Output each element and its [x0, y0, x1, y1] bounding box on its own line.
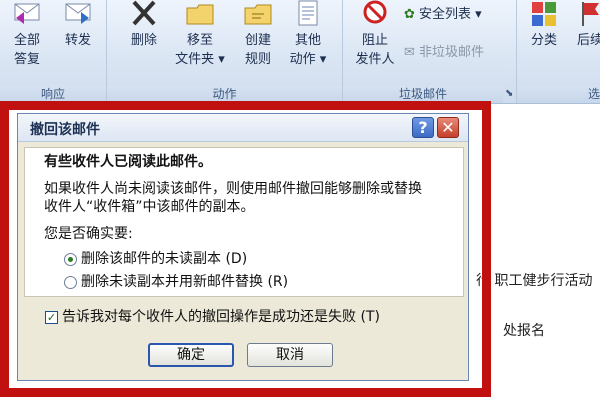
not-junk-button[interactable]: ✉ 非垃圾邮件	[404, 44, 484, 62]
block-sender-button[interactable]: 阻止 发件人	[350, 0, 400, 69]
recall-message-dialog: 撤回该邮件 ? ✕ 有些收件人已阅读此邮件。 如果收件人尚未阅读该邮件，则使用邮…	[17, 113, 469, 381]
dialog-launcher-icon[interactable]: ⬊	[505, 88, 513, 99]
not-junk-icon: ✉	[404, 45, 415, 60]
ok-button[interactable]: 确定	[148, 343, 234, 367]
other-actions-label: 其他 动作 ▾	[289, 33, 327, 67]
followup-label: 后续	[576, 33, 600, 48]
forward-button[interactable]: 转发	[58, 0, 98, 50]
email-body-line2: 处报名	[503, 323, 545, 339]
reply-all-label: 全部 答复	[13, 33, 40, 67]
followup-button[interactable]: 后续	[570, 0, 600, 50]
delete-x-icon	[129, 0, 159, 28]
other-actions-button[interactable]: 其他 动作 ▾	[284, 0, 332, 69]
categorize-icon	[529, 0, 559, 28]
block-sender-label: 阻止 发件人	[355, 33, 395, 67]
not-junk-label: 非垃圾邮件	[419, 45, 485, 60]
dialog-titlebar: 撤回该邮件 ? ✕	[18, 114, 468, 142]
radio-delete-unread[interactable]	[64, 253, 77, 266]
move-to-label: 移至 文件夹 ▾	[175, 33, 225, 67]
radio-delete-and-replace[interactable]	[64, 276, 77, 289]
reply-all-icon	[12, 0, 42, 28]
flag-icon	[575, 0, 600, 28]
create-rule-label: 创建 规则	[244, 33, 271, 67]
dialog-title: 撤回该邮件	[30, 122, 100, 138]
notify-result-label[interactable]: 告诉我对每个收件人的撤回操作是成功还是失败 (T)	[62, 308, 380, 326]
group-label-options: 选	[517, 86, 600, 103]
create-rule-button[interactable]: 创建 规则	[238, 0, 278, 69]
email-body-line1: 行 职工健步行活动	[476, 273, 593, 289]
folder-icon	[185, 0, 215, 28]
move-to-folder-button[interactable]: 移至 文件夹 ▾	[168, 0, 232, 69]
info-text-line1: 如果收件人尚未阅读该邮件，则使用邮件撤回能够删除或替换	[44, 181, 422, 197]
notify-result-checkbox[interactable]: ✓	[45, 311, 58, 324]
rule-folder-icon	[243, 0, 273, 28]
safe-lists-button[interactable]: ✿ 安全列表 ▾	[404, 6, 482, 24]
cancel-button[interactable]: 取消	[247, 343, 333, 367]
forward-icon	[63, 0, 93, 28]
block-sender-icon	[360, 0, 390, 28]
safe-lists-label: 安全列表 ▾	[419, 7, 482, 22]
document-list-icon	[293, 0, 323, 28]
info-text-line2: 收件人“收件箱”中该邮件的副本。	[44, 199, 255, 215]
dialog-headline: 有些收件人已阅读此邮件。	[44, 154, 212, 170]
delete-label: 删除	[130, 33, 157, 48]
radio-delete-and-replace-label[interactable]: 删除未读副本并用新邮件替换 (R)	[81, 273, 288, 291]
categorize-label: 分类	[530, 33, 557, 48]
question-label: 您是否确实要:	[44, 226, 133, 242]
safe-lists-icon: ✿	[404, 7, 415, 22]
radio-delete-unread-label[interactable]: 删除该邮件的未读副本 (D)	[81, 250, 247, 268]
forward-label: 转发	[64, 33, 91, 48]
ribbon: 全部 答复 转发 删除 移至 文件夹 ▾ 创建 规则 其他 动作 ▾ 阻止 发件…	[0, 0, 600, 104]
delete-button[interactable]: 删除	[122, 0, 166, 50]
close-button[interactable]: ✕	[437, 117, 459, 138]
reply-all-button[interactable]: 全部 答复	[4, 0, 50, 69]
help-button[interactable]: ?	[412, 117, 434, 138]
categorize-button[interactable]: 分类	[524, 0, 564, 50]
